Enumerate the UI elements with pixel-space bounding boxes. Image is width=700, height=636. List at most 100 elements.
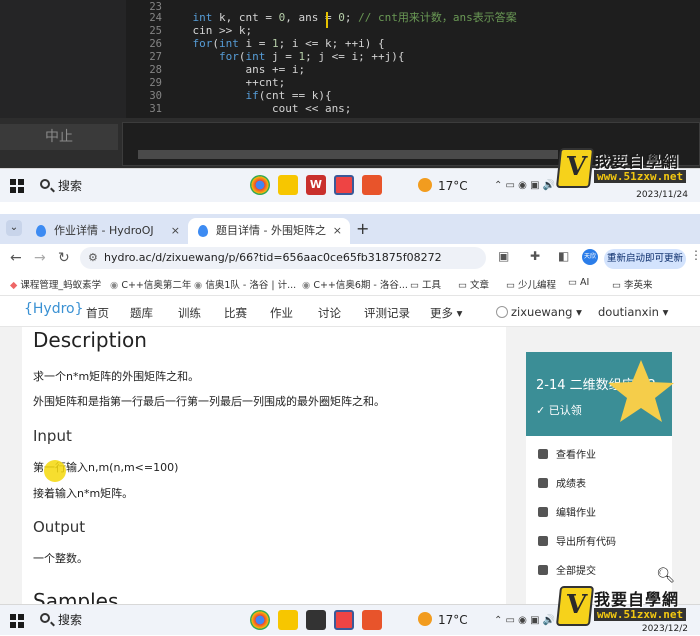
chrome-icon[interactable] <box>250 610 270 630</box>
user-menu-2[interactable]: doutianxin ▾ <box>598 305 668 319</box>
bookmark-folder[interactable]: ▭ 少儿编程 <box>506 277 556 291</box>
output-heading: Output <box>33 518 86 536</box>
search-icon <box>40 613 50 623</box>
bookmark-folder[interactable]: ▭ 工具 <box>410 277 441 291</box>
tab-problem[interactable]: 题目详情 - 外围矩阵之和 - Hyd × <box>188 218 350 244</box>
avatar <box>496 306 508 318</box>
menu-icon[interactable]: ⋮ <box>690 248 700 262</box>
code-line: for(int j = 1; j <= i; ++j){ <box>218 50 405 63</box>
hydro-logo[interactable]: {Hydro} <box>24 301 84 317</box>
line-number: 31 <box>149 103 162 115</box>
site-navbar: 首页 题库 训练 比赛 作业 讨论 评测记录 更多 ▾ zixuewang ▾ … <box>0 297 700 327</box>
site-info-icon[interactable]: ⚙ <box>88 247 98 269</box>
close-icon[interactable]: × <box>333 218 342 244</box>
profile-avatar[interactable]: 天欣 <box>582 249 598 265</box>
code-area[interactable]: int k, cnt = 0, ans = 0; // cnt用来计数，ans表… <box>166 0 700 118</box>
user-menu[interactable]: zixuewang ▾ <box>496 305 582 319</box>
tab-label: 题目详情 - 外围矩阵之和 - Hyd <box>216 224 326 237</box>
url-input[interactable]: ⚙ hydro.ac/d/zixuewang/p/66?tid=656aac0ce… <box>80 247 486 269</box>
bookmark-folder[interactable]: ▭ 文章 <box>458 277 489 291</box>
weather-icon <box>418 612 432 626</box>
taskbar-search[interactable]: 搜索 <box>36 173 236 199</box>
tray-icons[interactable]: ⌃ ▭ ◉ ▣ 🔊 <box>494 169 555 203</box>
nav-contest[interactable]: 比赛 <box>224 305 247 321</box>
nav-home[interactable]: 首页 <box>86 305 109 321</box>
devcpp-icon[interactable] <box>334 610 354 630</box>
reload-icon[interactable]: ↻ <box>58 250 70 266</box>
stop-button[interactable]: 中止 <box>0 124 118 150</box>
sidebar-item-export[interactable]: 导出所有代码 <box>538 533 616 548</box>
horizontal-scrollbar[interactable] <box>138 150 558 159</box>
extension-icon[interactable]: ▣ <box>498 249 509 263</box>
sidebar-item-edit[interactable]: 编辑作业 <box>538 504 596 519</box>
new-tab-button[interactable]: + <box>356 219 369 238</box>
description-text-1: 求一个n*m矩阵的外围矩阵之和。 <box>33 370 200 383</box>
url-text: hydro.ac/d/zixuewang/p/66?tid=656aac0ce6… <box>104 251 442 264</box>
app-icon[interactable] <box>362 610 382 630</box>
gap <box>0 202 700 214</box>
search-icon <box>40 179 50 189</box>
download-icon <box>538 536 548 546</box>
restart-update-button[interactable]: 重新启动即可更新 <box>604 249 686 269</box>
search-label: 搜索 <box>58 613 83 627</box>
close-icon[interactable]: × <box>171 218 180 244</box>
watermark: V 我要自學網 www.51zxw.net <box>555 586 694 626</box>
extensions-puzzle-icon[interactable]: ✚ <box>530 249 540 263</box>
watermark-logo-icon: V <box>555 148 595 188</box>
weather-widget[interactable]: 17°C <box>418 605 468 636</box>
chrome-icon[interactable] <box>250 175 270 195</box>
forward-icon[interactable]: → <box>34 250 46 266</box>
notes-icon[interactable] <box>278 175 298 195</box>
bookmark-item[interactable]: ◉ C++信奥第二年 <box>110 277 191 291</box>
tab-search-icon[interactable]: ⌄ <box>6 220 22 236</box>
description-heading: Description <box>33 328 147 352</box>
nav-more[interactable]: 更多 ▾ <box>430 305 462 321</box>
weather-icon <box>418 178 432 192</box>
tab-strip: ⌄ 作业详情 - HydroOJ × 题目详情 - 外围矩阵之和 - Hyd × + <box>0 214 700 244</box>
bookmarks-bar: ◆ 课程管理_蚂蚁素学 ◉ C++信奥第二年 ◉ 信奥1队 - 洛谷 | 计..… <box>0 272 700 296</box>
bookmark-label: 李英来 <box>624 280 653 291</box>
tab-homework[interactable]: 作业详情 - HydroOJ × <box>26 218 188 244</box>
app-icon[interactable] <box>306 610 326 630</box>
nav-training[interactable]: 训练 <box>178 305 201 321</box>
bookmark-label: AI <box>580 277 590 288</box>
watermark-logo-icon: V <box>555 586 595 626</box>
taskbar-date: 2023/11/24 <box>636 190 688 200</box>
tray-icons[interactable]: ⌃ ▭ ◉ ▣ 🔊 <box>494 605 555 636</box>
app-icon[interactable] <box>362 175 382 195</box>
chevron-down-icon: ▾ <box>658 305 669 319</box>
chevron-down-icon: ▾ <box>453 306 463 320</box>
notes-icon[interactable] <box>278 610 298 630</box>
nav-problems[interactable]: 题库 <box>130 305 153 321</box>
username: zixuewang <box>511 305 573 319</box>
bookmark-folder[interactable]: ▭ 李英来 <box>612 277 653 291</box>
nav-homework[interactable]: 作业 <box>270 305 293 321</box>
back-icon[interactable]: ← <box>10 250 22 266</box>
username-2: doutianxin <box>598 305 659 319</box>
bookmark-item[interactable]: ◉ 信奥1队 - 洛谷 | 计... <box>194 277 296 291</box>
sidebar-item-scores[interactable]: 成绩表 <box>538 475 586 490</box>
bookmark-item[interactable]: ◆ 课程管理_蚂蚁素学 <box>10 277 101 291</box>
nav-discuss[interactable]: 讨论 <box>318 305 341 321</box>
sidebar-item-label: 编辑作业 <box>556 508 596 519</box>
nav-records[interactable]: 评测记录 <box>364 305 410 321</box>
sidebar-item-submissions[interactable]: 全部提交 <box>538 562 596 577</box>
windows-start-icon[interactable] <box>10 614 24 628</box>
windows-start-icon[interactable] <box>10 179 24 193</box>
devcpp-icon[interactable] <box>334 175 354 195</box>
wps-icon[interactable]: W <box>306 175 326 195</box>
taskbar-search[interactable]: 搜索 <box>36 607 236 633</box>
folder-icon: ▭ <box>458 280 470 291</box>
description-text-2: 外围矩阵和是指第一行最后一行第一列最后一列围成的最外圈矩阵之和。 <box>33 395 385 408</box>
bookmark-label: C++信奥6期 - 洛谷... <box>313 280 408 291</box>
code-line: cin >> k; <box>166 24 253 37</box>
bookmark-folder[interactable]: ▭ AI <box>568 277 589 288</box>
sidepanel-icon[interactable]: ◧ <box>558 249 569 263</box>
sidebar-item-view[interactable]: 查看作业 <box>538 446 596 461</box>
bookmark-item[interactable]: ◉ C++信奥6期 - 洛谷... <box>302 277 408 291</box>
code-line: ++cnt; <box>166 76 286 89</box>
weather-widget[interactable]: 17°C <box>418 169 468 203</box>
sidebar-item-label: 成绩表 <box>556 479 586 490</box>
bookmark-label: 文章 <box>470 280 490 291</box>
search-icon[interactable]: 🔍︎ <box>656 566 675 584</box>
